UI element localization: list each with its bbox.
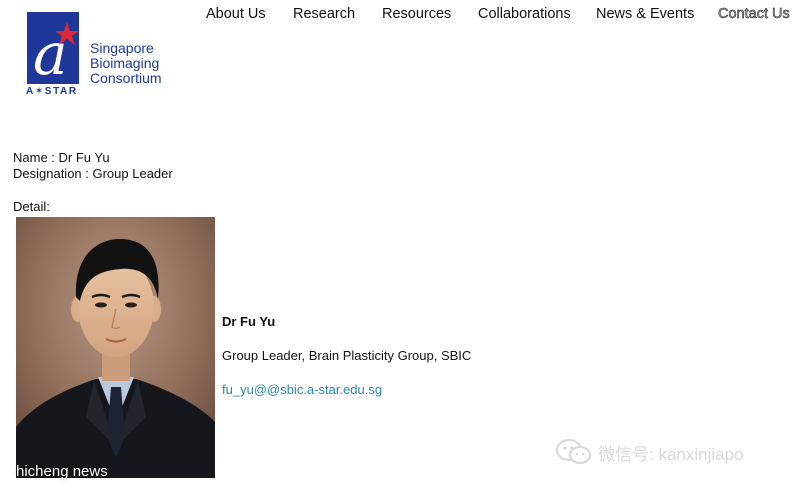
logo-astar-text: A✶STAR [26,86,78,97]
nav-item-collaborations[interactable]: Collaborations [478,6,571,22]
profile-name: Name : Dr Fu Yu [13,150,110,165]
nav-item-research[interactable]: Research [293,6,355,22]
nav-item-news-events[interactable]: News & Events [596,6,694,22]
nav-item-resources[interactable]: Resources [382,6,451,22]
main-nav: About Us Research Resources Collaboratio… [0,6,800,26]
bio-email-link[interactable]: fu_yu@@sbic.a-star.edu.sg [222,382,382,397]
svg-text:a: a [33,20,68,84]
portrait-photo-icon [16,217,215,478]
logo-org-name-line: Singapore [90,40,154,56]
wechat-watermark-text: 微信号: kanxinjiapo [598,444,744,464]
wechat-icon [556,439,591,464]
nav-item-about-us[interactable]: About Us [206,6,266,22]
logo-org-name[interactable]: Singapore Bioimaging Consortium [90,41,162,86]
logo-org-name-line: Consortium [90,70,162,86]
portrait-photo [16,217,215,478]
wechat-watermark: 微信号: kanxinjiapo [556,438,744,466]
bio-name: Dr Fu Yu [222,314,276,329]
profile-detail-label: Detail: [13,199,50,214]
logo-org-name-line: Bioimaging [90,55,160,71]
nav-item-contact-us[interactable]: Contact Us [718,6,790,23]
photo-watermark: hicheng news [16,463,108,480]
bio-role: Group Leader, Brain Plasticity Group, SB… [222,348,472,363]
profile-designation: Designation : Group Leader [13,166,173,181]
